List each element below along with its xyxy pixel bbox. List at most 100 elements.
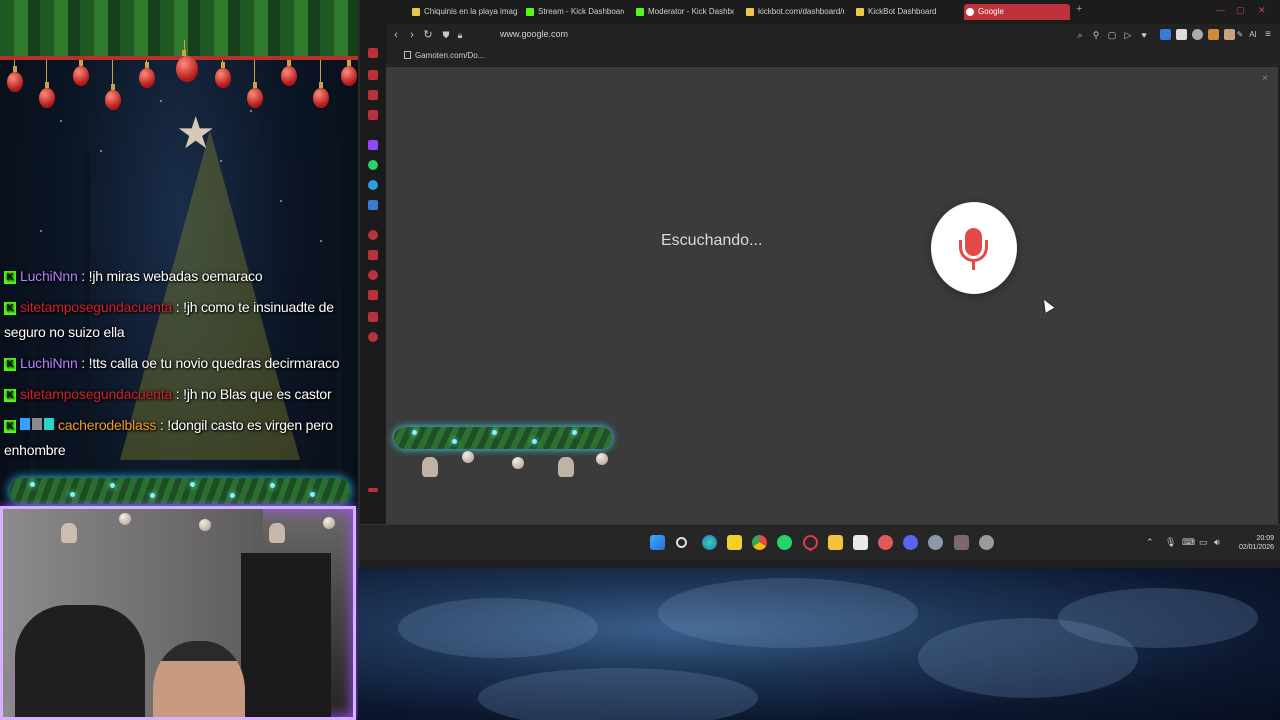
history-icon[interactable]	[368, 230, 378, 240]
twitch-icon[interactable]	[368, 140, 378, 150]
kick-badge-icon: K	[4, 271, 16, 284]
whatsapp-icon[interactable]	[368, 160, 378, 170]
chat-username: LuchiNnn	[20, 268, 78, 284]
tray-overflow-icon[interactable]: ⌃	[1146, 537, 1154, 548]
chat-text: : !tts calla oe tu novio quedras decirma…	[81, 355, 340, 371]
tab-moderator[interactable]: Moderator - Kick Dashbo	[634, 4, 734, 20]
sidebar-icon[interactable]	[368, 110, 378, 120]
minimize-button[interactable]: —	[1216, 5, 1225, 15]
settings-icon[interactable]	[368, 332, 378, 342]
chat-message: K LuchiNnn : !tts calla oe tu novio quedr…	[4, 351, 354, 376]
chat-message: Ksitetamposegundacuenta : !jh no Blas qu…	[4, 382, 354, 407]
navigation-bar: ‹ › ↻ ⛊ 🔒︎ www.google.com ⌕ ⚲ ▢ ▷ ♥ ✎ AI…	[386, 24, 1280, 46]
clock-time: 20:09	[1256, 535, 1274, 542]
tab-google[interactable]: Google	[964, 4, 1070, 20]
microphone-button[interactable]	[931, 202, 1017, 294]
chat-overlay: K LuchiNnn : !jh miras webadas oemaraco K…	[4, 264, 354, 469]
app-icon[interactable]	[878, 535, 893, 550]
close-window-button[interactable]: ✕	[1258, 5, 1266, 16]
chrome-icon[interactable]	[752, 535, 767, 550]
christmas-garland-decoration	[10, 478, 350, 504]
extension-icon[interactable]: ✎	[1234, 28, 1246, 42]
more-icon[interactable]	[368, 488, 378, 492]
sidebar-icon[interactable]	[368, 312, 378, 322]
file-explorer-icon[interactable]	[828, 535, 843, 550]
kick-icon	[636, 8, 644, 16]
tab-kickbot-dashboard[interactable]: KickBot Dashboard	[854, 4, 954, 20]
chat-message: Ksitetamposegundacuenta : !jh como te in…	[4, 295, 354, 345]
shield-badge-icon	[20, 418, 30, 430]
edge-icon[interactable]	[702, 535, 717, 550]
back-button[interactable]: ‹	[390, 28, 402, 42]
kick-badge-icon: K	[4, 389, 16, 402]
clock-icon[interactable]	[368, 270, 378, 280]
sidebar-icon[interactable]	[368, 48, 378, 58]
whatsapp-icon[interactable]	[777, 535, 792, 550]
discord-icon[interactable]	[903, 535, 918, 550]
tab-stream-dashboard[interactable]: Stream - Kick Dashboard	[524, 4, 624, 20]
extension-icon[interactable]	[1192, 29, 1203, 40]
chat-text: : !jh no Blas que es castor	[175, 386, 332, 402]
star-icon: ★	[176, 109, 216, 158]
windows-taskbar: ⌃ 🎙︎ ⌨ ▭ 🔊︎ 20:09 02/01/2026	[360, 524, 1280, 560]
pin-icon[interactable]: ⚲	[1090, 28, 1102, 42]
chat-username: sitetamposegundacuenta	[20, 299, 173, 315]
christmas-garland-decoration	[0, 0, 358, 60]
shield-icon[interactable]: ⛊	[440, 28, 452, 42]
download-icon[interactable]	[368, 290, 378, 300]
mouse-cursor	[1039, 297, 1055, 313]
sidebar-icon[interactable]	[368, 90, 378, 100]
app-icon[interactable]	[928, 535, 943, 550]
kick-badge-icon: K	[4, 420, 16, 433]
play-icon[interactable]: ▷	[1122, 28, 1134, 42]
extension-icon[interactable]	[1208, 29, 1219, 40]
kickbot-icon	[746, 8, 754, 16]
network-icon[interactable]: ▭	[1199, 537, 1208, 548]
listening-status: Escuchando...	[661, 232, 763, 249]
chat-username: cacherodelblass	[58, 417, 157, 433]
zoom-icon[interactable]: ⌕	[1074, 28, 1086, 42]
volume-icon[interactable]: 🔊︎	[1214, 537, 1220, 548]
browser-window: Chiquinis en la playa imag Stream - Kick…	[358, 0, 1280, 568]
search-icon[interactable]	[676, 537, 687, 548]
sticky-notes-icon[interactable]	[727, 535, 742, 550]
new-tab-button[interactable]: +	[1076, 3, 1082, 15]
tab-chiquinis[interactable]: Chiquinis en la playa imag	[410, 4, 534, 20]
page-icon	[404, 51, 411, 59]
app-icon[interactable]	[979, 535, 994, 550]
opera-icon[interactable]	[803, 535, 818, 550]
telegram-icon[interactable]	[368, 180, 378, 190]
bookmarks-bar: Gamoten.com/Do...	[386, 46, 1280, 66]
webcam-feed	[0, 506, 356, 720]
menu-icon[interactable]: ≡	[1262, 28, 1274, 42]
close-voice-search-button[interactable]: ×	[1262, 73, 1268, 84]
lock-icon: 🔒︎	[457, 30, 463, 40]
screenshot-icon[interactable]: ▢	[1106, 28, 1118, 42]
screen: ★ K LuchiNnn : !jh miras webadas oemaraco…	[0, 0, 1280, 720]
tab-kickbot-url[interactable]: kickbot.com/dashboard/m	[744, 4, 844, 20]
voice-search-panel: × Escuchando...	[386, 67, 1278, 524]
extension-icon[interactable]	[1160, 29, 1171, 40]
chat-text: : !jh miras webadas oemaraco	[81, 268, 263, 284]
bookmark-gamoten[interactable]: Gamoten.com/Do...	[404, 51, 484, 60]
keyboard-icon[interactable]: ⌨	[1182, 537, 1195, 548]
ai-button[interactable]: AI	[1246, 28, 1260, 42]
heart-icon[interactable]: ♥	[1138, 28, 1150, 42]
sidebar-icon[interactable]	[368, 70, 378, 80]
maximize-button[interactable]: ▢	[1236, 5, 1245, 16]
tab-strip: Chiquinis en la playa imag Stream - Kick…	[360, 0, 1280, 24]
store-icon[interactable]	[853, 535, 868, 550]
sidebar-icon[interactable]	[368, 200, 378, 210]
bookmark-icon[interactable]	[368, 250, 378, 260]
chat-username: LuchiNnn	[20, 355, 78, 371]
clock[interactable]: 20:09 02/01/2026	[1230, 534, 1274, 552]
app-icon[interactable]	[954, 535, 969, 550]
clock-date: 02/01/2026	[1238, 544, 1274, 551]
start-icon[interactable]	[650, 535, 665, 550]
microphone-tray-icon[interactable]: 🎙︎	[1165, 537, 1176, 548]
address-bar[interactable]: www.google.com	[500, 29, 568, 39]
reload-button[interactable]: ↻	[422, 28, 434, 42]
extension-icon[interactable]	[1176, 29, 1187, 40]
forward-button[interactable]: ›	[406, 28, 418, 42]
gift-badge-icon	[32, 418, 42, 430]
